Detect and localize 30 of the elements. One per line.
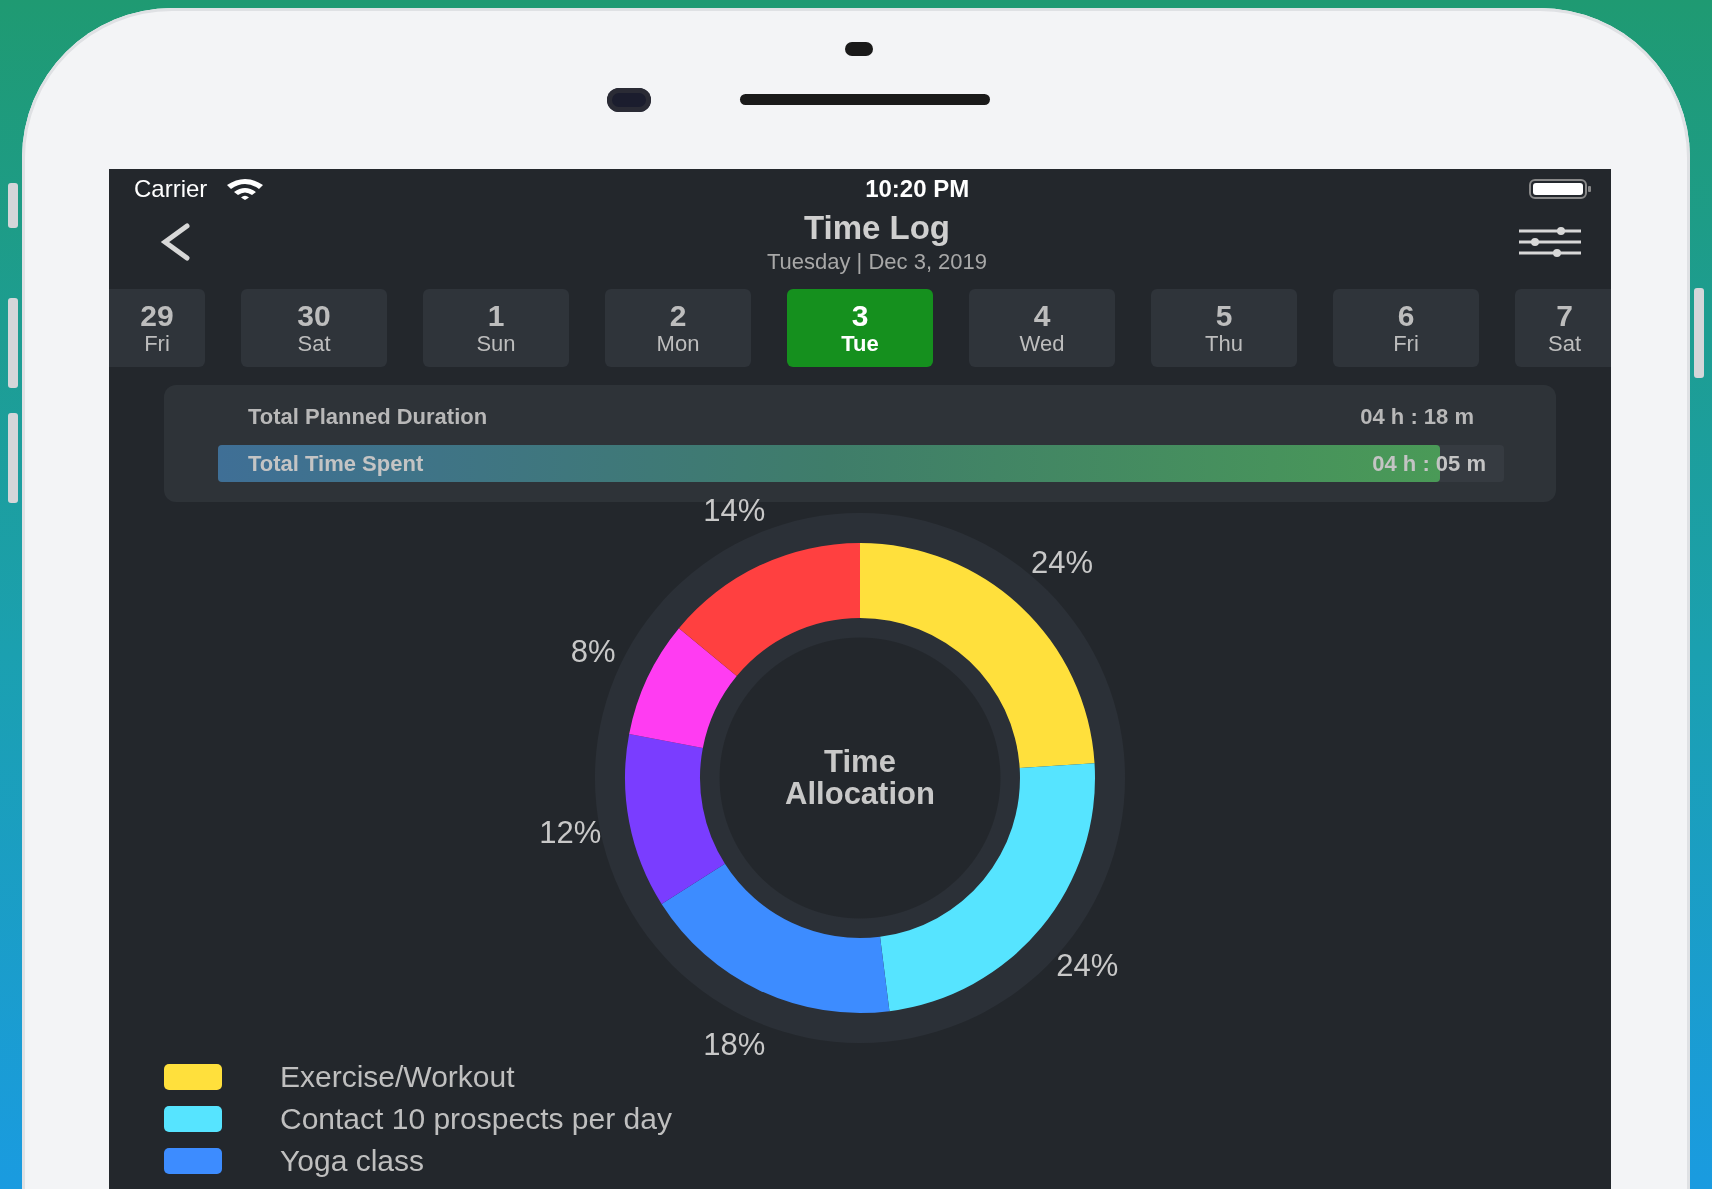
spent-label: Total Time Spent	[248, 450, 424, 477]
planned-label: Total Planned Duration	[248, 404, 488, 430]
date-tab[interactable]: 7 Sat	[1515, 289, 1611, 367]
planned-value: 04 h : 18 m	[1360, 404, 1474, 430]
percent-label: 14%	[703, 493, 766, 530]
legend-label: Exercise/Workout	[280, 1060, 515, 1094]
date-tab[interactable]: 2 Mon	[605, 289, 751, 367]
date-tab[interactable]: 3 Tue	[787, 289, 933, 367]
chart-center-label: Time Allocation	[784, 746, 936, 810]
percent-label: 12%	[539, 815, 602, 852]
screen-title: Time Log	[803, 209, 951, 247]
percent-label: 8%	[570, 634, 616, 671]
date-tab[interactable]: 5 Thu	[1151, 289, 1297, 367]
legend-label: Yoga class	[280, 1144, 424, 1178]
carrier-label: Carrier	[134, 175, 208, 203]
date-subtitle: Tuesday | Dec 3, 2019	[766, 249, 988, 275]
camera-lens	[607, 88, 651, 112]
wifi-icon	[225, 178, 266, 200]
filter-sliders-icon[interactable]	[1517, 226, 1583, 258]
legend-label: Contact 10 prospects per day	[280, 1102, 672, 1136]
percent-label: 24%	[1056, 948, 1119, 985]
date-tab[interactable]: 1 Sun	[423, 289, 569, 367]
date-tab[interactable]: 29 Fri	[109, 289, 205, 367]
percent-label: 18%	[703, 1026, 766, 1063]
battery-icon	[1529, 178, 1593, 200]
date-tab[interactable]: 30 Sat	[241, 289, 387, 367]
percent-label: 24%	[1030, 544, 1093, 581]
date-tab[interactable]: 6 Fri	[1333, 289, 1479, 367]
status-time: 10:20 PM	[865, 175, 970, 203]
date-tab[interactable]: 4 Wed	[969, 289, 1115, 367]
